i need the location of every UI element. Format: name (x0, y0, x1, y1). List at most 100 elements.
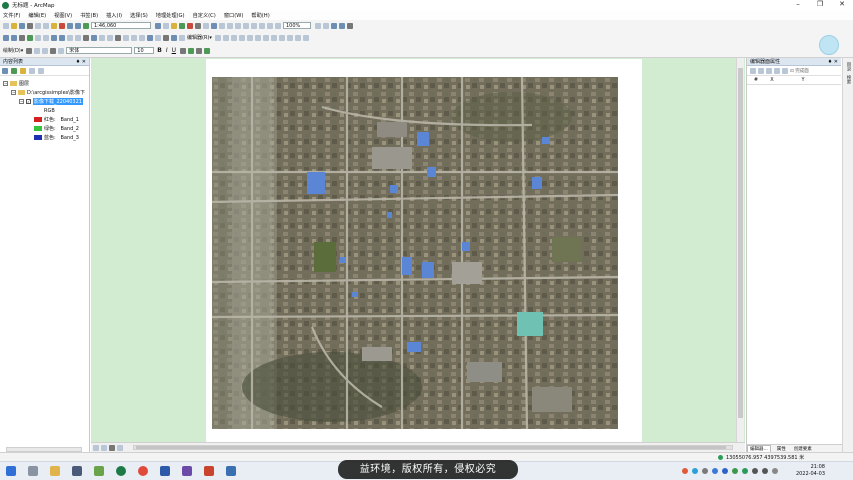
select-elements-icon[interactable] (83, 34, 89, 41)
new-document-icon[interactable] (3, 22, 9, 29)
list-by-visibility-icon[interactable] (20, 67, 26, 74)
list-by-drawing-order-icon[interactable] (2, 67, 8, 74)
font-name-select[interactable]: 宋体 (66, 47, 133, 54)
rotate-icon[interactable] (34, 47, 41, 54)
satellite-image[interactable] (212, 77, 618, 429)
tool-icon-3[interactable] (227, 22, 233, 29)
italic-button[interactable]: I (166, 47, 168, 54)
underline-button[interactable]: U (172, 47, 176, 54)
file-explorer-icon[interactable] (50, 466, 60, 476)
list-by-source-icon[interactable] (11, 67, 17, 74)
menu-insert[interactable]: 插入(I) (106, 12, 122, 19)
tool-icon-7[interactable] (259, 22, 265, 29)
menu-selection[interactable]: 选择(S) (130, 12, 148, 19)
catalog-tab[interactable]: 目录 (845, 62, 851, 71)
edit-tool-icon-3[interactable] (230, 34, 237, 41)
sketch-tool-icon-5[interactable] (782, 67, 788, 74)
print-icon[interactable] (27, 22, 33, 29)
scrollbar-thumb[interactable] (738, 68, 743, 418)
tray-icon[interactable] (682, 468, 688, 474)
map-scale-input[interactable]: 1:46,060 (91, 22, 151, 29)
tool-icon-4[interactable] (235, 22, 241, 29)
undo-icon[interactable] (67, 22, 73, 29)
save-icon[interactable] (19, 22, 25, 29)
close-button[interactable]: ✕ (831, 0, 853, 10)
layer-visibility-checkbox[interactable]: ✓ (26, 99, 31, 104)
swipe-icon[interactable] (155, 34, 161, 41)
menu-view[interactable]: 视图(V) (54, 12, 72, 19)
search-window-icon[interactable] (179, 22, 185, 29)
open-folder-icon[interactable] (11, 22, 17, 29)
zoom-out-icon[interactable] (11, 34, 17, 41)
tray-icon-6[interactable] (742, 468, 748, 474)
sketch-tool-icon-2[interactable] (758, 67, 764, 74)
sketch-tool-icon-3[interactable] (766, 67, 772, 74)
tool-icon-8[interactable] (267, 22, 273, 29)
finish-sketch-button[interactable]: ⊡ 完成面 (790, 68, 809, 74)
layout-tool-icon-2[interactable] (323, 22, 329, 29)
marker-color-icon[interactable] (204, 47, 211, 54)
tray-icon-5[interactable] (732, 468, 738, 474)
select-features-icon[interactable] (67, 34, 73, 41)
menu-edit[interactable]: 编辑(E) (28, 12, 46, 19)
hyperlink-icon[interactable] (99, 34, 105, 41)
map-layout-view[interactable] (91, 58, 745, 442)
toc-window-icon[interactable] (163, 22, 169, 29)
clear-selection-icon[interactable] (75, 34, 81, 41)
layout-tool-icon[interactable] (315, 22, 321, 29)
maximize-button[interactable]: ❐ (809, 0, 831, 10)
edit-tool-icon-10[interactable] (286, 34, 293, 41)
tray-icon-3[interactable] (702, 468, 708, 474)
tool-icon[interactable] (211, 22, 217, 29)
fixed-zoom-out-icon[interactable] (43, 34, 49, 41)
pan-icon[interactable] (19, 34, 25, 41)
minimize-button[interactable]: – (787, 0, 809, 10)
layout-view-toggle-icon[interactable] (101, 444, 107, 451)
raster-layer-label[interactable]: 影像下载_22040321 (33, 98, 83, 105)
catalog-window-icon[interactable] (171, 22, 177, 29)
network-icon[interactable] (752, 468, 758, 474)
map-horizontal-scrollbar[interactable] (133, 445, 733, 450)
collapse-icon[interactable]: − (11, 90, 16, 95)
measure-icon[interactable] (115, 34, 121, 41)
goto-xy-icon[interactable] (139, 34, 145, 41)
layout-tool-icon-5[interactable] (347, 22, 353, 29)
edit-tool-icon-8[interactable] (270, 34, 277, 41)
volume-icon[interactable] (762, 468, 768, 474)
html-popup-icon[interactable] (107, 34, 113, 41)
draw-menu[interactable]: 绘制(D)▾ (3, 47, 23, 54)
pause-drawing-icon[interactable] (117, 444, 123, 451)
line-color-icon[interactable] (196, 47, 203, 54)
text-icon[interactable] (50, 47, 57, 54)
taskbar-app-icon[interactable] (72, 466, 82, 476)
editor-toolbar-icon[interactable] (155, 22, 161, 29)
edit-tool-icon-9[interactable] (278, 34, 285, 41)
arcmap-taskbar-icon[interactable] (116, 466, 126, 476)
tool-icon-6[interactable] (251, 22, 257, 29)
tray-icon-2[interactable] (692, 468, 698, 474)
zoom-in-icon[interactable] (3, 34, 9, 41)
font-size-select[interactable]: 10 (134, 47, 155, 54)
edit-tool-icon-4[interactable] (238, 34, 245, 41)
time-slider-icon[interactable] (147, 34, 153, 41)
cut-icon[interactable] (35, 22, 41, 29)
tab-attributes[interactable]: 属性 (775, 446, 788, 452)
edit-tool-icon[interactable] (214, 34, 221, 41)
paste-icon[interactable] (51, 22, 57, 29)
layout-view-icon[interactable] (171, 34, 177, 41)
previous-extent-icon[interactable] (51, 34, 57, 41)
edit-tool-icon-2[interactable] (222, 34, 229, 41)
tool-icon-10[interactable] (179, 34, 185, 41)
tab-create-features[interactable]: 创建要素 (792, 446, 814, 452)
tray-icon-4[interactable] (712, 468, 718, 474)
select-pointer-icon[interactable] (26, 47, 33, 54)
menu-customize[interactable]: 自定义(C) (193, 12, 216, 19)
layout-page[interactable] (206, 59, 642, 442)
system-clock[interactable]: 21:08 2022-04-03 (796, 464, 825, 478)
viewer-icon[interactable] (163, 34, 169, 41)
font-color-icon[interactable] (180, 47, 187, 54)
menu-help[interactable]: 帮助(H) (251, 12, 269, 19)
tree-row-raster-layer[interactable]: − ✓ 影像下载_22040321 (19, 98, 83, 105)
fixed-zoom-in-icon[interactable] (35, 34, 41, 41)
add-data-icon[interactable] (83, 22, 89, 29)
